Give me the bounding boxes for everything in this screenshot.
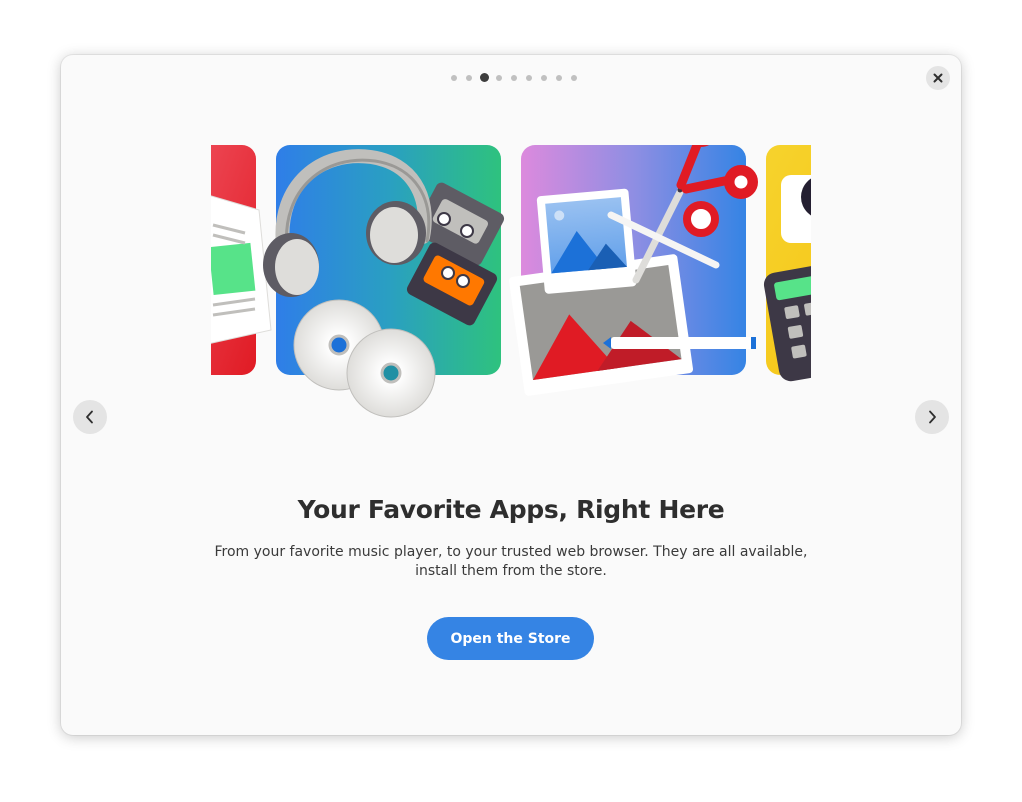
- close-icon: [933, 73, 943, 83]
- page-indicator: [61, 73, 961, 83]
- newspaper-icon: [211, 195, 272, 344]
- music-card: [263, 145, 505, 418]
- page-indicator-dot[interactable]: [451, 75, 457, 81]
- calculator-card: [763, 145, 811, 382]
- page-indicator-dot[interactable]: [571, 75, 577, 81]
- next-page-button[interactable]: [915, 400, 949, 434]
- page-indicator-dot[interactable]: [479, 73, 489, 82]
- page-indicator-dot[interactable]: [466, 75, 472, 81]
- page-title: Your Favorite Apps, Right Here: [297, 495, 725, 524]
- welcome-dialog: Your Favorite Apps, Right Here From your…: [61, 55, 961, 735]
- page-indicator-dot[interactable]: [526, 75, 532, 81]
- app-illustration: [211, 145, 811, 418]
- photos-card: [508, 145, 758, 396]
- close-button[interactable]: [926, 66, 950, 90]
- page-indicator-dot[interactable]: [541, 75, 547, 81]
- page-indicator-dot[interactable]: [496, 75, 502, 81]
- chevron-right-icon: [929, 410, 936, 424]
- page-indicator-dot[interactable]: [556, 75, 562, 81]
- newspaper-card: [211, 145, 272, 375]
- page-indicator-dot[interactable]: [511, 75, 517, 81]
- page-description: From your favorite music player, to your…: [214, 544, 808, 579]
- app-illustration-carousel: [211, 145, 811, 425]
- previous-page-button[interactable]: [73, 400, 107, 434]
- chevron-left-icon: [86, 410, 93, 424]
- open-store-button[interactable]: Open the Store: [427, 617, 594, 660]
